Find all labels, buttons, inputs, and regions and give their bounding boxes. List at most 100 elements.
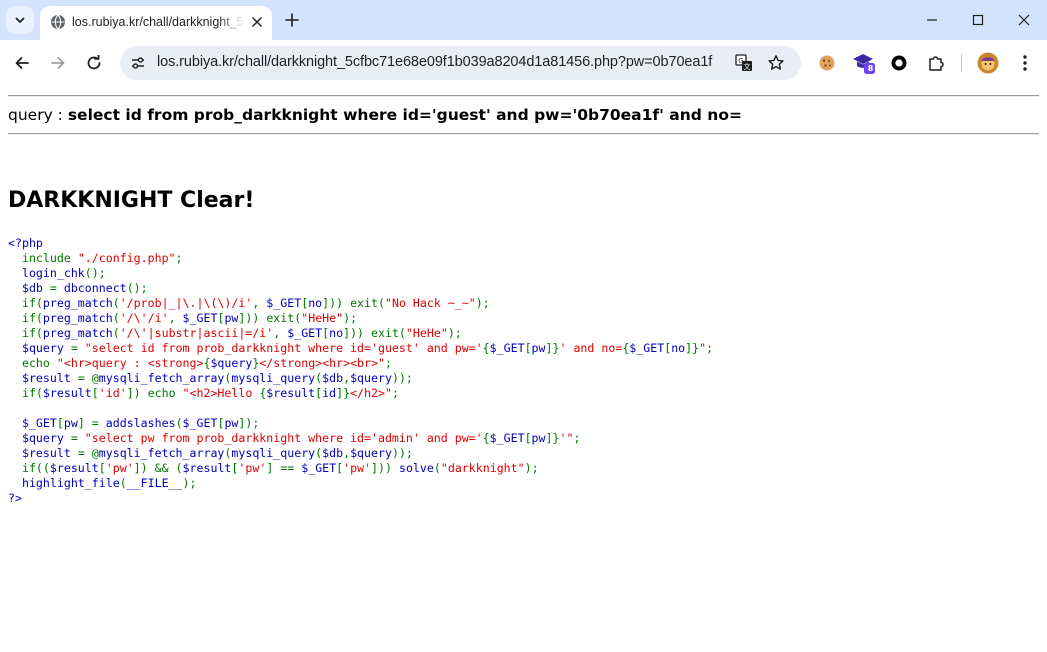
tab-close-button[interactable] [248,13,266,31]
code-line: if(preg_match('/\'/i', $_GET[pw])) exit(… [8,311,713,326]
browser-menu-button[interactable] [1013,51,1037,75]
close-icon [1018,14,1030,26]
code-line: $result = @mysqli_fetch_array(mysqli_que… [8,446,713,461]
code-token: preg_match [42,326,113,340]
code-token: = @ [77,371,99,385]
graduation-extension-button[interactable]: 8 [852,51,876,75]
code-line: $query = "select pw from prob_darkknight… [8,431,713,446]
forward-button[interactable] [44,49,72,77]
code-token: solve [398,461,434,475]
svg-text:文: 文 [744,62,751,71]
code-token: $query [8,431,71,445]
code-token: $result [8,446,78,460]
maximize-button[interactable] [955,4,1001,36]
code-token: = [70,341,85,355]
code-token: ] = [77,416,106,430]
query-line: query : select id from prob_darkknight w… [8,106,742,124]
code-token: ); [447,326,462,340]
code-token: [ [91,386,99,400]
code-token: ]); [238,416,260,430]
code-token: include [8,251,78,265]
page-content: query : select id from prob_darkknight w… [0,86,1047,652]
code-line: ?> [8,491,713,506]
code-token: $db [322,446,344,460]
avatar-icon [977,52,999,74]
code-line: login_chk(); [8,266,713,281]
chevron-down-icon [15,17,25,23]
query-text: select id from prob_darkknight where id=… [67,106,742,124]
code-token: ); [343,311,358,325]
tune-icon [132,57,144,69]
bookmark-button[interactable] [766,53,786,73]
code-token: ); [524,461,539,475]
code-token: "HeHe" [301,311,344,325]
minimize-button[interactable] [909,4,955,36]
code-token: 'pw' [238,461,267,475]
site-info-button[interactable] [128,53,148,73]
back-button[interactable] [8,49,36,77]
code-token: (); [126,281,148,295]
cookie-extension-button[interactable] [815,51,839,75]
code-token: ; [706,341,714,355]
code-token: <?php [8,236,43,250]
code-token: "HeHe" [405,326,448,340]
window-close-button[interactable] [1001,4,1047,36]
horizontal-rule [8,133,1039,135]
code-token: if( [8,311,43,325]
code-token: $_GET [489,431,525,445]
code-token: __FILE__ [126,476,183,490]
code-token: ]) && ( [133,461,183,475]
code-token: "<hr>query : <strong> [56,356,204,370]
reload-icon [87,55,101,70]
new-tab-button[interactable] [280,8,304,32]
code-token: ])) [371,461,399,475]
extensions-button[interactable] [924,51,948,75]
code-token: preg_match [42,311,113,325]
code-token: ])) exit( [238,311,302,325]
code-token: '/\'|substr|ascii|=/i' [119,326,274,340]
code-token: $db [8,281,50,295]
code-token: ]} [336,386,351,400]
code-token: if( [8,296,43,310]
close-icon [252,17,262,27]
profile-avatar[interactable] [976,51,1000,75]
code-token: preg_match [42,296,113,310]
code-token: pw [63,416,78,430]
code-token: $result [8,371,78,385]
code-token: ( [119,476,127,490]
code-token: '/\'/i' [119,311,169,325]
code-token: pw [224,416,239,430]
address-bar[interactable]: los.rubiya.kr/chall/darkknight_5cfbc71e6… [120,46,801,80]
code-token: ]} [685,341,700,355]
tab-search-button[interactable] [6,6,34,34]
code-token: ); [475,296,490,310]
code-line: highlight_file(__FILE__); [8,476,713,491]
query-label: query : [8,106,68,124]
code-token: pw [531,341,546,355]
code-token: , [252,296,267,310]
code-token: $_GET [182,311,218,325]
code-token: mysqli_fetch_array [98,446,225,460]
active-tab[interactable]: los.rubiya.kr/chall/darkknight_5 [40,6,272,40]
code-token: = [49,281,64,295]
code-token: echo [8,356,57,370]
code-line: include "./config.php"; [8,251,713,266]
reload-button[interactable] [80,49,108,77]
code-token: '/prob|_|\.|\(\)/i' [119,296,253,310]
code-token: ])) exit( [322,296,385,310]
url-text[interactable]: los.rubiya.kr/chall/darkknight_5cfbc71e6… [157,54,717,70]
code-token: login_chk [8,266,85,280]
code-token: )); [391,446,413,460]
code-token: ; [573,431,581,445]
code-token: ] == [266,461,302,475]
code-token: 'id' [98,386,127,400]
forward-arrow-icon [51,57,65,69]
ring-icon [891,55,907,71]
code-line: $result = @mysqli_fetch_array(mysqli_que… [8,371,713,386]
code-token: $_GET [287,326,323,340]
translate-button[interactable]: G 文 [734,53,754,73]
code-token: $_GET [489,341,525,355]
cookie-icon [819,55,835,71]
ring-extension-button[interactable] [887,51,911,75]
code-line: echo "<hr>query : <strong>{$query}</stro… [8,356,713,371]
